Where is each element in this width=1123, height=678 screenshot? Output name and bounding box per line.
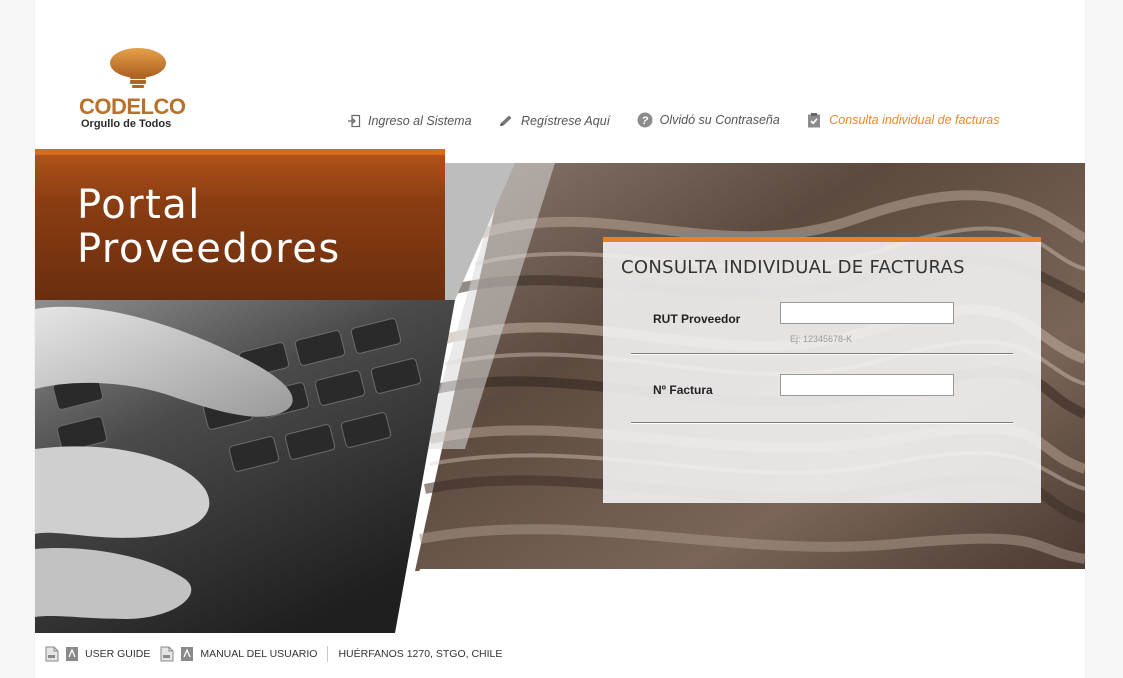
rut-hint: Ej: 12345678-K [790,334,853,344]
nav-login-label: Ingreso al Sistema [368,114,472,128]
nav-login[interactable]: Ingreso al Sistema [347,114,472,128]
invoice-number-label: Nº Factura [653,383,713,397]
pdf-icon[interactable] [65,646,79,662]
page-container: CODELCO Orgullo de Todos Ingreso al Sist… [35,0,1085,678]
nav-forgot-password[interactable]: ? Olvidó su Contraseña [637,112,780,128]
footer-address: HUÉRFANOS 1270, STGO, CHILE [338,648,503,660]
pencil-icon [499,115,512,126]
login-icon [348,114,361,128]
form-title: CONSULTA INDIVIDUAL DE FACTURAS [621,257,965,278]
document-icon[interactable] [45,646,59,662]
banner-accent-strip [35,149,445,155]
brand-tagline: Orgullo de Todos [81,118,172,130]
invoice-query-form: CONSULTA INDIVIDUAL DE FACTURAS RUT Prov… [603,237,1041,503]
user-manual-link[interactable]: MANUAL DEL USUARIO [200,648,317,660]
help-icon: ? [637,112,653,128]
nav-invoice-query-label: Consulta individual de facturas [829,113,1000,127]
portal-title-banner: Portal Proveedores [35,149,445,300]
form-divider [631,353,1013,355]
hero-banner: Portal Proveedores CONSULTA INDIVIDUAL D… [35,149,1085,633]
pdf-icon[interactable] [180,646,194,662]
rut-label: RUT Proveedor [653,312,741,326]
brand-name: CODELCO [79,94,186,119]
invoice-number-input[interactable] [780,374,954,396]
document-icon[interactable] [160,646,174,662]
footer: USER GUIDE MANUAL DEL USUARIO HUÉRFANOS … [45,644,502,664]
user-guide-link[interactable]: USER GUIDE [85,648,150,660]
codelco-emblem-icon [110,48,166,88]
portal-title-line1: Portal [77,182,201,228]
nav-register-label: Regístrese Aquí [520,114,611,128]
nav-forgot-password-label: Olvidó su Contraseña [659,113,780,127]
nav-invoice-query[interactable]: Consulta individual de facturas [806,112,1000,128]
rut-input[interactable] [780,302,954,324]
svg-text:?: ? [641,115,648,127]
top-nav: Ingreso al Sistema Regístrese Aquí ? Olv… [347,112,1022,134]
portal-title: Portal Proveedores [77,183,341,271]
clipboard-check-icon [808,113,821,128]
portal-title-line2: Proveedores [77,226,341,272]
form-divider [631,422,1013,424]
codelco-logo[interactable]: CODELCO Orgullo de Todos [79,46,199,136]
nav-register[interactable]: Regístrese Aquí [498,114,610,128]
footer-divider [327,646,329,662]
